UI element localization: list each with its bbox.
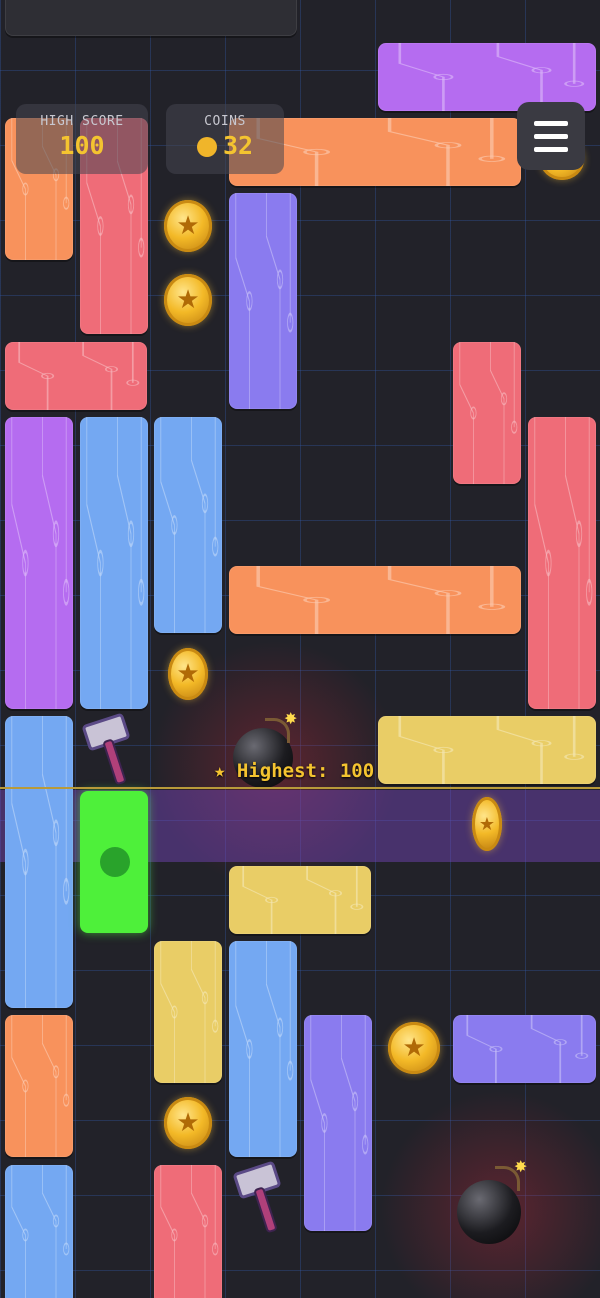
top-shadow-bar [5,0,297,36]
sliding-block-red[interactable] [5,342,147,410]
hamburger-menu-icon[interactable] [517,102,585,170]
coin-icon[interactable]: ★ [164,200,212,252]
star-icon: ★ [176,285,200,315]
circuit-pattern [5,716,73,1008]
circuit-pattern [378,43,596,111]
highest-line [0,787,600,789]
bomb-icon[interactable]: ✸ [452,1157,528,1244]
sliding-block-indigo[interactable] [229,193,297,409]
star-icon: ★ [176,659,200,689]
circuit-pattern [5,1165,73,1298]
star-icon: ★ [478,813,496,835]
hammer-icon[interactable] [80,712,140,785]
circuit-pattern [229,866,371,934]
highest-label: ★ Highest: 100 [214,760,375,782]
player-dot [100,847,130,877]
sliding-block-yellow[interactable] [378,716,596,784]
player-block-green[interactable] [80,791,148,933]
coin-icon[interactable]: ★ [164,274,212,326]
sliding-block-blue[interactable] [5,1165,73,1298]
star-icon: ★ [402,1033,426,1063]
coins-panel: COINS 32 [166,104,284,174]
sliding-block-red[interactable] [453,342,521,484]
circuit-pattern [229,193,297,409]
sliding-block-yellow[interactable] [229,866,371,934]
coin-icon[interactable]: ★ [168,648,208,700]
sliding-block-yellow[interactable] [154,941,222,1083]
high-score-label: HIGH SCORE [40,114,124,129]
circuit-pattern [453,1015,596,1083]
circuit-pattern [304,1015,372,1231]
sliding-block-red[interactable] [154,1165,222,1298]
circuit-pattern [80,417,148,709]
sliding-block-blue[interactable] [5,716,73,1008]
circuit-pattern [528,417,596,709]
circuit-pattern [229,566,521,634]
circuit-pattern [229,941,297,1157]
coin-icon[interactable]: ★ [164,1097,212,1149]
coin-icon[interactable]: ★ [472,797,502,851]
sliding-block-purple[interactable] [5,417,73,709]
sliding-block-orange[interactable] [229,566,521,634]
circuit-pattern [453,342,521,484]
circuit-pattern [154,417,222,633]
sliding-block-indigo[interactable] [304,1015,372,1231]
high-score-panel: HIGH SCORE 100 [16,104,148,174]
circuit-pattern [5,1015,73,1157]
circuit-pattern [378,716,596,784]
coin-icon [196,137,217,157]
sliding-block-indigo[interactable] [453,1015,596,1083]
sliding-block-purple[interactable] [378,43,596,111]
coins-value-row: 32 [166,131,284,160]
circuit-pattern [154,1165,222,1298]
spark-icon: ✸ [514,1157,528,1176]
hammer-icon[interactable] [231,1160,291,1233]
coins-value: 32 [222,131,254,160]
circuit-pattern [5,417,73,709]
sliding-block-blue[interactable] [229,941,297,1157]
circuit-pattern [154,941,222,1083]
coins-label: COINS [204,114,246,129]
sliding-block-orange[interactable] [5,1015,73,1157]
spark-icon: ✸ [284,709,298,728]
circuit-pattern [5,342,147,410]
coin-icon[interactable]: ★ [388,1022,440,1074]
sliding-block-blue[interactable] [154,417,222,633]
sliding-block-red[interactable] [528,417,596,709]
sliding-block-blue[interactable] [80,417,148,709]
high-score-value: 100 [59,131,105,160]
star-icon: ★ [176,1108,200,1138]
star-icon: ★ [176,211,200,241]
game-board: ★ ★ ★ ★ ★ ★ ★ ✸ ✸ ★ Highest: 100 HIGH SC… [0,0,600,1298]
